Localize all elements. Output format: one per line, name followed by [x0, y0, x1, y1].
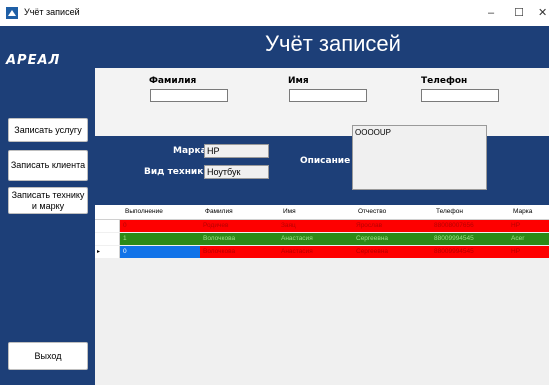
- sidebar: АРЕАЛ Записать услугу Записать клиента З…: [0, 26, 93, 385]
- add-equipment-button[interactable]: Записать технику и марку: [8, 187, 88, 214]
- table-cell[interactable]: Анастасия: [278, 246, 353, 258]
- column-header[interactable]: Марка: [513, 208, 532, 215]
- equipment-type-field[interactable]: Ноутбук: [204, 165, 269, 179]
- table-cell[interactable]: 1: [120, 233, 200, 245]
- minimize-button[interactable]: –: [482, 4, 500, 22]
- table-cell[interactable]: 88009994545: [431, 233, 508, 245]
- table-cell[interactable]: HP: [508, 220, 549, 232]
- brand-field[interactable]: HP: [204, 144, 269, 158]
- column-header[interactable]: Имя: [283, 208, 296, 215]
- column-header[interactable]: Выполнение: [125, 208, 163, 215]
- name-label: Имя: [288, 76, 309, 86]
- table-cell[interactable]: Анастасия: [278, 233, 353, 245]
- column-header[interactable]: Отчество: [358, 208, 386, 215]
- add-service-button[interactable]: Записать услугу: [8, 118, 88, 142]
- page-title: Учёт записей: [265, 31, 401, 56]
- description-label: Описание: [300, 156, 351, 166]
- brand-label: Марка: [173, 146, 207, 156]
- app-icon: [6, 7, 18, 19]
- table-cell[interactable]: Ярослав: [353, 220, 431, 232]
- table-cell[interactable]: 88008007656: [431, 220, 508, 232]
- table-row[interactable]: ▸ 0 Волочкова Анастасия Сергеевна 880099…: [95, 246, 549, 258]
- exit-button[interactable]: Выход: [8, 342, 88, 370]
- company-logo: АРЕАЛ: [6, 53, 61, 68]
- table-cell[interactable]: Acer: [508, 233, 549, 245]
- row-selector[interactable]: ▸: [95, 246, 120, 258]
- header: Учёт записей: [93, 26, 549, 68]
- table-row[interactable]: 1 Волочкова Анастасия Сергеевна 88009994…: [95, 233, 549, 245]
- maximize-button[interactable]: ☐: [510, 4, 528, 22]
- add-client-button[interactable]: Записать клиента: [8, 150, 88, 181]
- table-cell[interactable]: Волочкова: [200, 233, 278, 245]
- phone-field[interactable]: [421, 89, 499, 102]
- close-button[interactable]: ✕: [538, 4, 549, 22]
- table-cell[interactable]: HP: [508, 246, 549, 258]
- surname-field[interactable]: [150, 89, 228, 102]
- surname-label: Фамилия: [149, 76, 197, 86]
- column-header[interactable]: Фамилия: [205, 208, 233, 215]
- column-header[interactable]: Телефон: [436, 208, 463, 215]
- records-table: Выполнение Фамилия Имя Отчество Телефон …: [95, 205, 549, 385]
- row-selector[interactable]: [95, 220, 120, 232]
- table-cell[interactable]: Родичев: [200, 220, 278, 232]
- table-header: Выполнение Фамилия Имя Отчество Телефон …: [95, 205, 549, 220]
- table-cell[interactable]: Сергеевна: [353, 246, 431, 258]
- name-field[interactable]: [289, 89, 367, 102]
- table-cell[interactable]: 88009994545: [431, 246, 508, 258]
- table-cell[interactable]: 0: [120, 246, 200, 258]
- table-cell[interactable]: Волочкова: [200, 246, 278, 258]
- row-selector[interactable]: [95, 233, 120, 245]
- equipment-type-label: Вид техники: [144, 167, 210, 177]
- table-cell[interactable]: 0: [120, 220, 200, 232]
- window-title: Учёт записей: [24, 7, 80, 17]
- phone-label: Телефон: [421, 76, 468, 86]
- table-cell[interactable]: Заяц: [278, 220, 353, 232]
- description-field[interactable]: OOOOUP: [352, 125, 487, 190]
- table-cell[interactable]: Сергеевна: [353, 233, 431, 245]
- main-panel: Учёт записей Фамилия Имя Телефон Марка H…: [93, 26, 549, 385]
- table-row[interactable]: 0 Родичев Заяц Ярослав 88008007656 HP: [95, 220, 549, 232]
- window-titlebar: Учёт записей – ☐ ✕: [0, 0, 549, 26]
